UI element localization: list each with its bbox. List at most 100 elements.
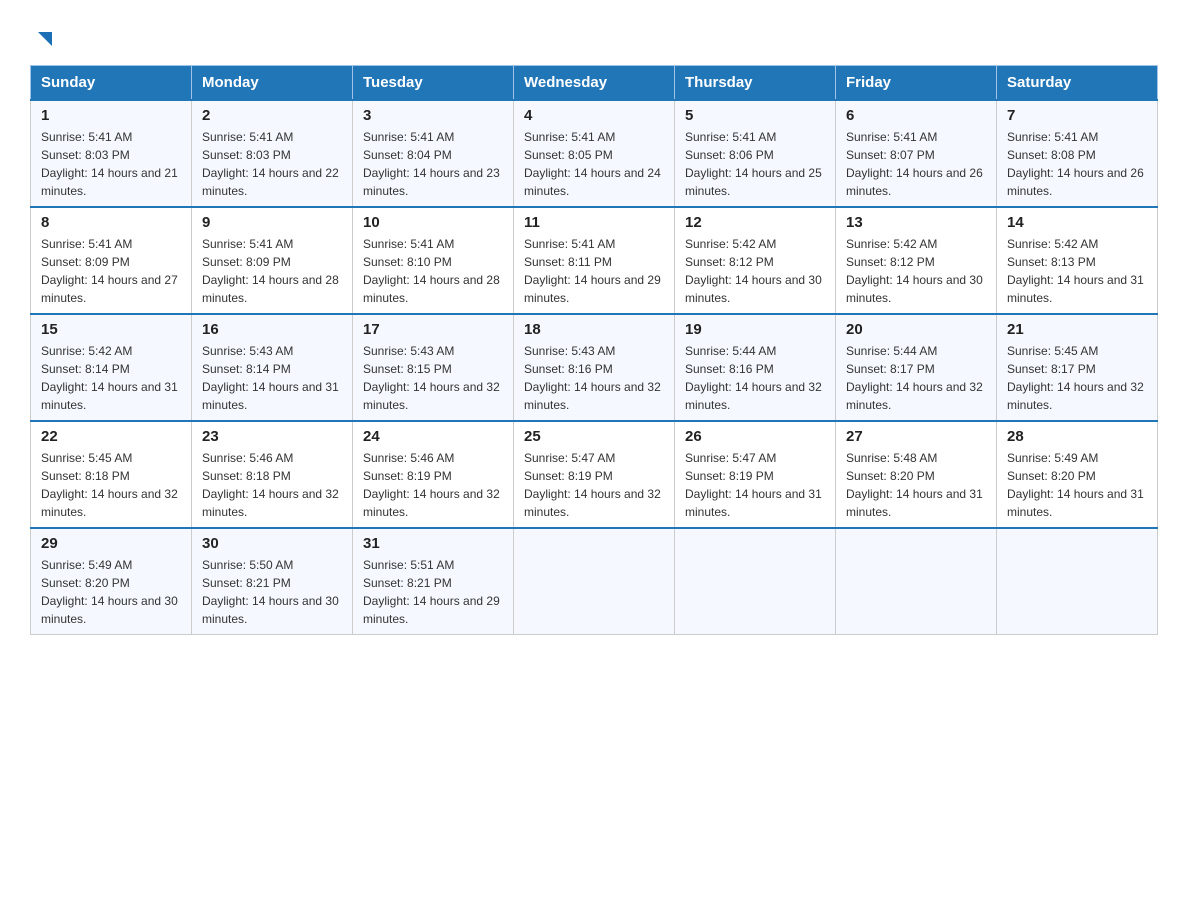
day-info: Sunrise: 5:41 AMSunset: 8:06 PMDaylight:… bbox=[685, 130, 822, 198]
day-info: Sunrise: 5:46 AMSunset: 8:18 PMDaylight:… bbox=[202, 451, 339, 519]
day-info: Sunrise: 5:44 AMSunset: 8:16 PMDaylight:… bbox=[685, 344, 822, 412]
day-number: 7 bbox=[1007, 107, 1147, 124]
day-number: 1 bbox=[41, 107, 181, 124]
col-wednesday: Wednesday bbox=[514, 66, 675, 101]
calendar-day-cell: 28 Sunrise: 5:49 AMSunset: 8:20 PMDaylig… bbox=[997, 421, 1158, 528]
calendar-day-cell: 11 Sunrise: 5:41 AMSunset: 8:11 PMDaylig… bbox=[514, 207, 675, 314]
calendar-day-cell: 15 Sunrise: 5:42 AMSunset: 8:14 PMDaylig… bbox=[31, 314, 192, 421]
day-info: Sunrise: 5:45 AMSunset: 8:18 PMDaylight:… bbox=[41, 451, 178, 519]
day-number: 5 bbox=[685, 107, 825, 124]
calendar-day-cell: 3 Sunrise: 5:41 AMSunset: 8:04 PMDayligh… bbox=[353, 100, 514, 207]
day-number: 14 bbox=[1007, 214, 1147, 231]
calendar-day-cell bbox=[836, 528, 997, 635]
calendar-day-cell: 1 Sunrise: 5:41 AMSunset: 8:03 PMDayligh… bbox=[31, 100, 192, 207]
day-info: Sunrise: 5:43 AMSunset: 8:15 PMDaylight:… bbox=[363, 344, 500, 412]
day-number: 28 bbox=[1007, 428, 1147, 445]
calendar-day-cell: 6 Sunrise: 5:41 AMSunset: 8:07 PMDayligh… bbox=[836, 100, 997, 207]
day-info: Sunrise: 5:41 AMSunset: 8:03 PMDaylight:… bbox=[41, 130, 178, 198]
day-info: Sunrise: 5:42 AMSunset: 8:14 PMDaylight:… bbox=[41, 344, 178, 412]
calendar-day-cell: 19 Sunrise: 5:44 AMSunset: 8:16 PMDaylig… bbox=[675, 314, 836, 421]
day-info: Sunrise: 5:49 AMSunset: 8:20 PMDaylight:… bbox=[1007, 451, 1144, 519]
day-info: Sunrise: 5:42 AMSunset: 8:12 PMDaylight:… bbox=[685, 237, 822, 305]
logo bbox=[30, 20, 56, 55]
day-number: 15 bbox=[41, 321, 181, 338]
calendar-day-cell: 17 Sunrise: 5:43 AMSunset: 8:15 PMDaylig… bbox=[353, 314, 514, 421]
day-info: Sunrise: 5:41 AMSunset: 8:03 PMDaylight:… bbox=[202, 130, 339, 198]
calendar-week-row: 29 Sunrise: 5:49 AMSunset: 8:20 PMDaylig… bbox=[31, 528, 1158, 635]
day-number: 26 bbox=[685, 428, 825, 445]
day-info: Sunrise: 5:41 AMSunset: 8:07 PMDaylight:… bbox=[846, 130, 983, 198]
col-saturday: Saturday bbox=[997, 66, 1158, 101]
calendar-week-row: 15 Sunrise: 5:42 AMSunset: 8:14 PMDaylig… bbox=[31, 314, 1158, 421]
day-number: 17 bbox=[363, 321, 503, 338]
day-info: Sunrise: 5:45 AMSunset: 8:17 PMDaylight:… bbox=[1007, 344, 1144, 412]
day-number: 22 bbox=[41, 428, 181, 445]
calendar-day-cell: 8 Sunrise: 5:41 AMSunset: 8:09 PMDayligh… bbox=[31, 207, 192, 314]
calendar-week-row: 8 Sunrise: 5:41 AMSunset: 8:09 PMDayligh… bbox=[31, 207, 1158, 314]
day-info: Sunrise: 5:41 AMSunset: 8:09 PMDaylight:… bbox=[202, 237, 339, 305]
day-number: 4 bbox=[524, 107, 664, 124]
col-friday: Friday bbox=[836, 66, 997, 101]
day-number: 2 bbox=[202, 107, 342, 124]
day-number: 16 bbox=[202, 321, 342, 338]
day-info: Sunrise: 5:42 AMSunset: 8:13 PMDaylight:… bbox=[1007, 237, 1144, 305]
day-number: 25 bbox=[524, 428, 664, 445]
calendar-day-cell: 4 Sunrise: 5:41 AMSunset: 8:05 PMDayligh… bbox=[514, 100, 675, 207]
calendar-day-cell: 14 Sunrise: 5:42 AMSunset: 8:13 PMDaylig… bbox=[997, 207, 1158, 314]
logo-triangle-icon bbox=[34, 28, 56, 50]
calendar-day-cell: 13 Sunrise: 5:42 AMSunset: 8:12 PMDaylig… bbox=[836, 207, 997, 314]
day-info: Sunrise: 5:47 AMSunset: 8:19 PMDaylight:… bbox=[685, 451, 822, 519]
day-number: 24 bbox=[363, 428, 503, 445]
day-info: Sunrise: 5:50 AMSunset: 8:21 PMDaylight:… bbox=[202, 558, 339, 626]
day-info: Sunrise: 5:49 AMSunset: 8:20 PMDaylight:… bbox=[41, 558, 178, 626]
calendar-day-cell: 24 Sunrise: 5:46 AMSunset: 8:19 PMDaylig… bbox=[353, 421, 514, 528]
calendar-day-cell: 23 Sunrise: 5:46 AMSunset: 8:18 PMDaylig… bbox=[192, 421, 353, 528]
day-number: 19 bbox=[685, 321, 825, 338]
day-number: 18 bbox=[524, 321, 664, 338]
page-header bbox=[30, 20, 1158, 55]
calendar-day-cell: 5 Sunrise: 5:41 AMSunset: 8:06 PMDayligh… bbox=[675, 100, 836, 207]
calendar-day-cell: 27 Sunrise: 5:48 AMSunset: 8:20 PMDaylig… bbox=[836, 421, 997, 528]
day-number: 31 bbox=[363, 535, 503, 552]
day-number: 3 bbox=[363, 107, 503, 124]
day-info: Sunrise: 5:41 AMSunset: 8:09 PMDaylight:… bbox=[41, 237, 178, 305]
day-number: 23 bbox=[202, 428, 342, 445]
day-number: 6 bbox=[846, 107, 986, 124]
day-number: 21 bbox=[1007, 321, 1147, 338]
col-tuesday: Tuesday bbox=[353, 66, 514, 101]
calendar-day-cell: 25 Sunrise: 5:47 AMSunset: 8:19 PMDaylig… bbox=[514, 421, 675, 528]
calendar-day-cell: 30 Sunrise: 5:50 AMSunset: 8:21 PMDaylig… bbox=[192, 528, 353, 635]
day-info: Sunrise: 5:44 AMSunset: 8:17 PMDaylight:… bbox=[846, 344, 983, 412]
calendar-table: Sunday Monday Tuesday Wednesday Thursday… bbox=[30, 65, 1158, 635]
day-info: Sunrise: 5:46 AMSunset: 8:19 PMDaylight:… bbox=[363, 451, 500, 519]
day-number: 29 bbox=[41, 535, 181, 552]
day-number: 10 bbox=[363, 214, 503, 231]
calendar-day-cell bbox=[997, 528, 1158, 635]
day-info: Sunrise: 5:42 AMSunset: 8:12 PMDaylight:… bbox=[846, 237, 983, 305]
calendar-day-cell: 20 Sunrise: 5:44 AMSunset: 8:17 PMDaylig… bbox=[836, 314, 997, 421]
day-info: Sunrise: 5:41 AMSunset: 8:08 PMDaylight:… bbox=[1007, 130, 1144, 198]
col-monday: Monday bbox=[192, 66, 353, 101]
day-info: Sunrise: 5:43 AMSunset: 8:14 PMDaylight:… bbox=[202, 344, 339, 412]
day-number: 12 bbox=[685, 214, 825, 231]
calendar-day-cell: 9 Sunrise: 5:41 AMSunset: 8:09 PMDayligh… bbox=[192, 207, 353, 314]
day-number: 8 bbox=[41, 214, 181, 231]
calendar-day-cell: 12 Sunrise: 5:42 AMSunset: 8:12 PMDaylig… bbox=[675, 207, 836, 314]
day-info: Sunrise: 5:41 AMSunset: 8:10 PMDaylight:… bbox=[363, 237, 500, 305]
day-number: 11 bbox=[524, 214, 664, 231]
day-info: Sunrise: 5:43 AMSunset: 8:16 PMDaylight:… bbox=[524, 344, 661, 412]
day-info: Sunrise: 5:41 AMSunset: 8:05 PMDaylight:… bbox=[524, 130, 661, 198]
calendar-day-cell: 31 Sunrise: 5:51 AMSunset: 8:21 PMDaylig… bbox=[353, 528, 514, 635]
calendar-day-cell: 22 Sunrise: 5:45 AMSunset: 8:18 PMDaylig… bbox=[31, 421, 192, 528]
day-number: 20 bbox=[846, 321, 986, 338]
day-info: Sunrise: 5:41 AMSunset: 8:11 PMDaylight:… bbox=[524, 237, 661, 305]
calendar-day-cell: 21 Sunrise: 5:45 AMSunset: 8:17 PMDaylig… bbox=[997, 314, 1158, 421]
calendar-day-cell: 7 Sunrise: 5:41 AMSunset: 8:08 PMDayligh… bbox=[997, 100, 1158, 207]
calendar-day-cell: 10 Sunrise: 5:41 AMSunset: 8:10 PMDaylig… bbox=[353, 207, 514, 314]
day-info: Sunrise: 5:41 AMSunset: 8:04 PMDaylight:… bbox=[363, 130, 500, 198]
day-number: 30 bbox=[202, 535, 342, 552]
calendar-week-row: 1 Sunrise: 5:41 AMSunset: 8:03 PMDayligh… bbox=[31, 100, 1158, 207]
day-number: 9 bbox=[202, 214, 342, 231]
calendar-day-cell: 18 Sunrise: 5:43 AMSunset: 8:16 PMDaylig… bbox=[514, 314, 675, 421]
col-sunday: Sunday bbox=[31, 66, 192, 101]
